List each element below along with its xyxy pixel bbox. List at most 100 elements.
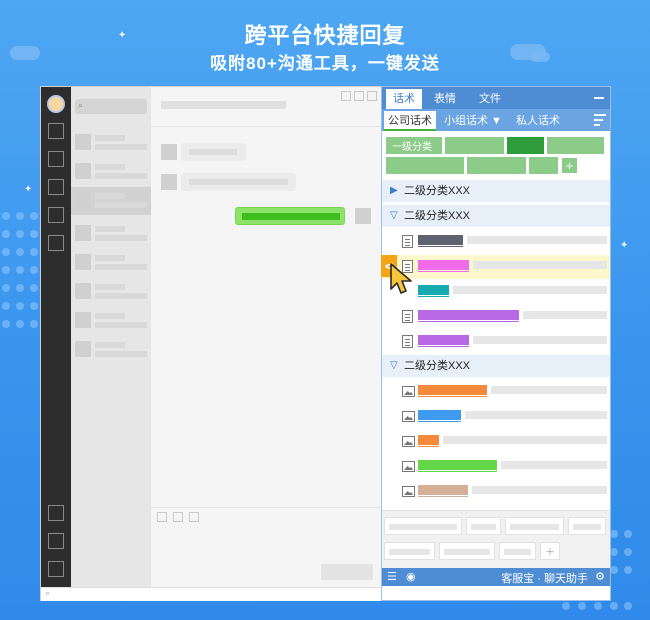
quick-chip[interactable]	[505, 517, 564, 535]
sparkle-icon: ✦	[620, 240, 629, 251]
reply-row[interactable]	[382, 230, 610, 254]
minimize-button[interactable]	[341, 91, 351, 101]
reply-title-bar	[418, 385, 487, 395]
chat-area	[151, 87, 381, 587]
category[interactable]	[386, 157, 464, 174]
group-label: 二级分类XXX	[404, 210, 471, 222]
quick-chip[interactable]	[439, 542, 495, 560]
attach-button[interactable]	[173, 512, 183, 522]
document-icon	[402, 235, 413, 248]
nav-button[interactable]	[48, 505, 64, 521]
close-button[interactable]	[367, 91, 377, 101]
expanded-triangle-icon: ▽	[390, 360, 398, 371]
quick-chip[interactable]	[499, 542, 536, 560]
reply-row[interactable]	[382, 330, 610, 354]
list-item[interactable]	[71, 129, 151, 157]
document-icon	[402, 335, 413, 348]
image-reply-row[interactable]	[382, 380, 610, 404]
quick-chip[interactable]	[568, 517, 606, 535]
message-bubble	[181, 143, 246, 161]
my-message-bubble	[235, 207, 345, 225]
group-header[interactable]: ▽ 二级分类XXX	[382, 205, 610, 227]
group-label: 二级分类XXX	[404, 360, 471, 372]
image-reply-row[interactable]	[382, 405, 610, 429]
chat-header	[151, 87, 381, 127]
quick-chip[interactable]	[466, 517, 501, 535]
image-reply-row[interactable]	[382, 455, 610, 479]
nav-button[interactable]	[48, 179, 64, 195]
reply-title-bar	[418, 235, 463, 245]
nav-button[interactable]	[48, 533, 64, 549]
minimize-icon[interactable]	[594, 97, 604, 99]
emoji-button[interactable]	[157, 512, 167, 522]
list-item[interactable]	[71, 249, 151, 277]
category-first[interactable]: 一级分类	[386, 137, 442, 154]
quick-chip[interactable]	[384, 542, 435, 560]
reply-title-bar	[418, 460, 497, 470]
nav-button[interactable]	[48, 235, 64, 251]
panel-footer: ☰ ◉ 客服宝 · 聊天助手 ⚙	[382, 568, 610, 586]
screenshot-button[interactable]	[189, 512, 199, 522]
search-icon: ⌕	[78, 100, 84, 110]
image-icon	[402, 436, 415, 447]
eye-icon[interactable]: ◉	[406, 571, 416, 583]
reply-title-bar	[418, 285, 449, 295]
nav-button[interactable]	[48, 151, 64, 167]
group-header[interactable]: ▶ 二级分类XXX	[382, 180, 610, 202]
image-icon	[402, 386, 415, 397]
panel-bottom-strip	[382, 586, 610, 600]
image-reply-row[interactable]	[382, 430, 610, 454]
search-icon: ⌕	[45, 588, 51, 598]
window-footer: ⌕	[41, 587, 382, 601]
list-item[interactable]	[71, 307, 151, 335]
tab-scripts[interactable]: 话术	[386, 89, 422, 109]
category[interactable]	[529, 157, 558, 174]
nav-button[interactable]	[48, 561, 64, 577]
avatar	[161, 144, 177, 160]
reply-title-bar	[418, 435, 439, 445]
add-category-button[interactable]: +	[561, 157, 578, 174]
menu-icon[interactable]	[594, 114, 606, 126]
reply-row[interactable]	[382, 305, 610, 329]
list-item[interactable]	[71, 187, 151, 215]
footer-brand-label: 客服宝 · 聊天助手	[501, 573, 588, 585]
subtab-company[interactable]: 公司话术	[384, 111, 436, 131]
add-chip-button[interactable]: +	[540, 542, 560, 560]
quick-reply-panel: 话术 表情 文件 公司话术 小组话术 ▼ 私人话术 一级分类 + ▶ 二级分类X…	[381, 86, 611, 601]
group-header[interactable]: ▽ 二级分类XXX	[382, 355, 610, 377]
subtab-private[interactable]: 私人话术	[516, 111, 560, 131]
gear-icon[interactable]: ⚙	[595, 571, 605, 583]
image-icon	[402, 486, 415, 497]
sparkle-icon: ✦	[24, 184, 33, 195]
category[interactable]	[547, 137, 604, 154]
category[interactable]	[445, 137, 504, 154]
search-input[interactable]: ⌕	[75, 99, 147, 114]
mouse-pointer-icon	[390, 263, 412, 294]
reply-title-bar	[418, 260, 469, 270]
list-item[interactable]	[71, 220, 151, 248]
reply-title-bar	[418, 410, 461, 420]
tab-emoji[interactable]: 表情	[426, 89, 464, 109]
nav-button[interactable]	[48, 207, 64, 223]
avatar	[355, 208, 371, 224]
avatar[interactable]	[47, 95, 65, 113]
message-bubble	[181, 173, 296, 191]
reply-title-bar	[418, 485, 468, 495]
category[interactable]	[467, 157, 526, 174]
chat-nav-sidebar	[41, 87, 71, 587]
message-input[interactable]	[151, 507, 381, 587]
list-item[interactable]	[71, 278, 151, 306]
category-selected[interactable]	[507, 137, 544, 154]
nav-button[interactable]	[48, 123, 64, 139]
tab-files[interactable]: 文件	[470, 89, 510, 109]
list-item[interactable]	[71, 336, 151, 364]
headline-subtitle: 吸附80+沟通工具，一键发送	[210, 54, 440, 73]
collapsed-triangle-icon: ▶	[390, 185, 398, 196]
subtab-group[interactable]: 小组话术 ▼	[444, 111, 502, 131]
list-item[interactable]	[71, 158, 151, 186]
quick-chip[interactable]	[384, 517, 462, 535]
maximize-button[interactable]	[354, 91, 364, 101]
image-reply-row[interactable]	[382, 480, 610, 504]
send-button[interactable]	[321, 564, 373, 580]
list-icon[interactable]: ☰	[387, 571, 397, 583]
